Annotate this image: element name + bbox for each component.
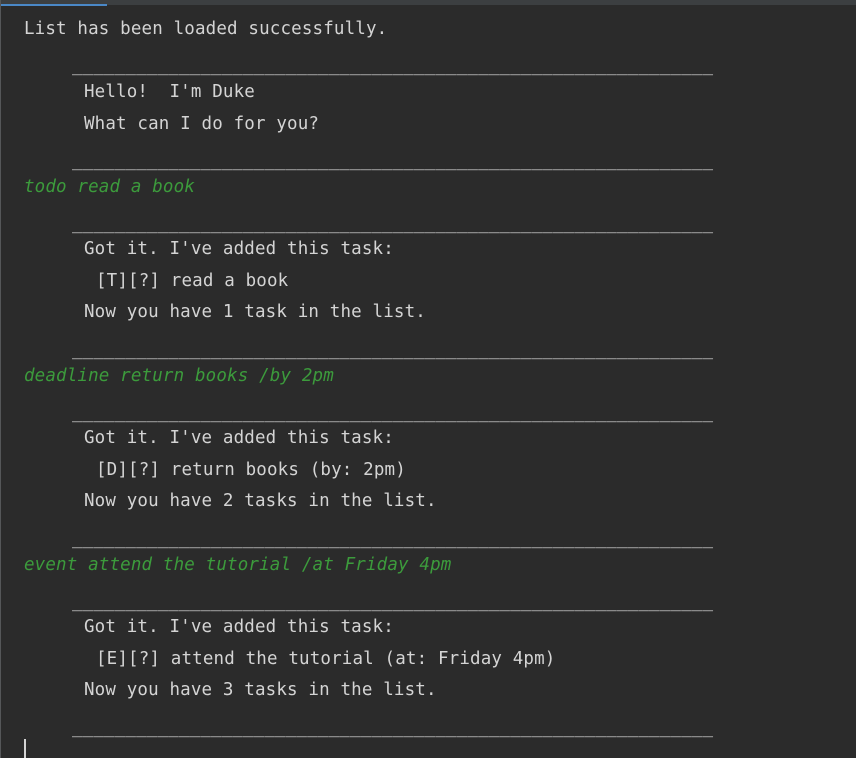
response-count: Now you have 1 task in the list.: [84, 302, 426, 322]
text-cursor[interactable]: [24, 739, 26, 758]
response-ack: Got it. I've added this task:: [84, 428, 394, 448]
user-input-line: event attend the tutorial /at Friday 4pm: [24, 555, 452, 575]
separator-line: ________________________________________…: [72, 718, 714, 738]
greeting-line-2: What can I do for you?: [84, 114, 320, 134]
active-tab-indicator: [1, 4, 107, 6]
panel-top-border: [1, 0, 856, 5]
response-task: [E][?] attend the tutorial (at: Friday 4…: [96, 649, 556, 669]
response-count: Now you have 3 tasks in the list.: [84, 680, 437, 700]
response-ack: Got it. I've added this task:: [84, 617, 394, 637]
response-count: Now you have 2 tasks in the list.: [84, 491, 437, 511]
user-input-line: deadline return books /by 2pm: [24, 366, 334, 386]
separator-line: ________________________________________…: [72, 592, 714, 612]
separator-line: ________________________________________…: [72, 151, 714, 171]
response-ack: Got it. I've added this task:: [84, 239, 394, 259]
separator-line: ________________________________________…: [72, 56, 714, 76]
status-message: List has been loaded successfully.: [24, 19, 388, 39]
response-task: [T][?] read a book: [96, 271, 289, 291]
separator-line: ________________________________________…: [72, 340, 714, 360]
separator-line: ________________________________________…: [72, 403, 714, 423]
greeting-line-1: Hello! I'm Duke: [84, 82, 255, 102]
separator-line: ________________________________________…: [72, 529, 714, 549]
console-output-panel[interactable]: List has been loaded successfully. _____…: [0, 0, 856, 758]
response-task: [D][?] return books (by: 2pm): [96, 460, 406, 480]
user-input-line: todo read a book: [24, 177, 195, 197]
separator-line: ________________________________________…: [72, 214, 714, 234]
